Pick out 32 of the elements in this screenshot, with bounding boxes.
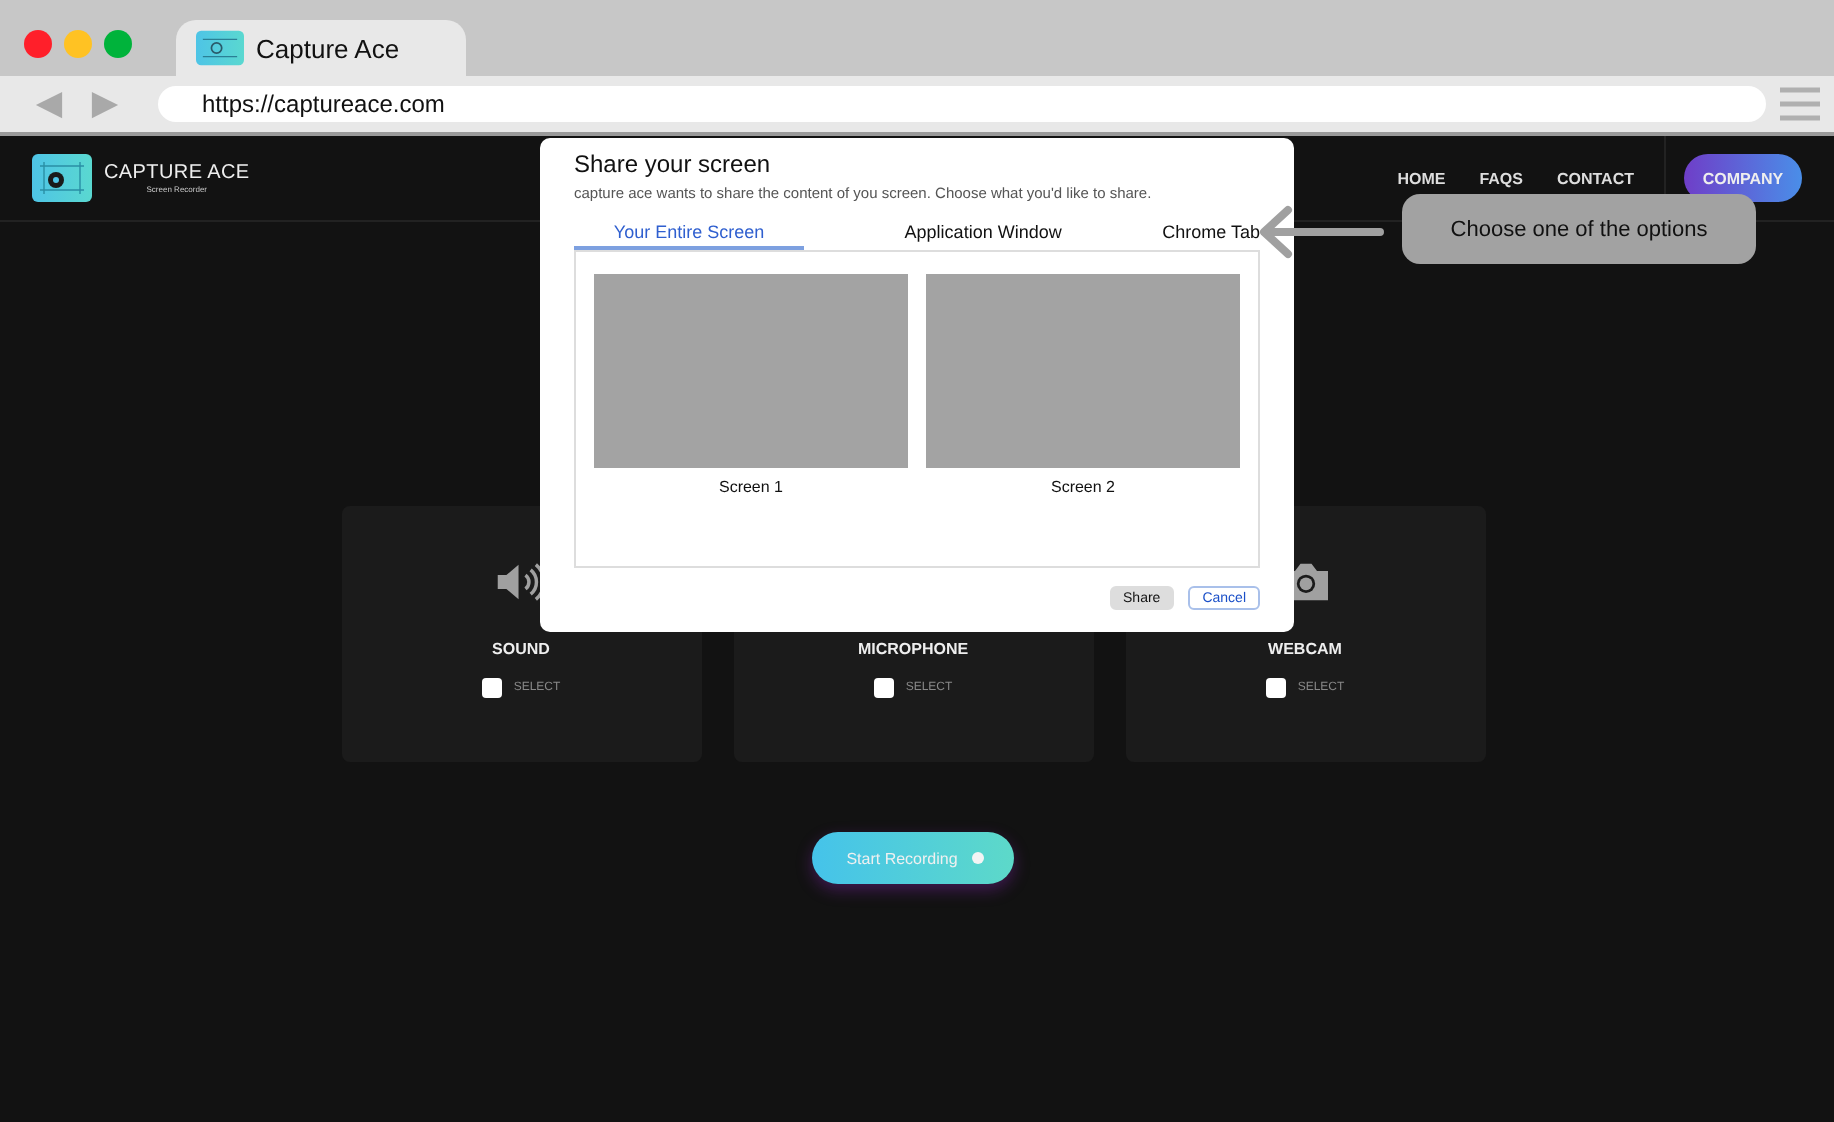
camera-icon <box>32 154 92 202</box>
source-label: SOUND <box>492 640 550 658</box>
screen-thumbnail[interactable] <box>594 274 908 468</box>
close-window-button[interactable] <box>24 30 52 58</box>
select-checkbox[interactable] <box>873 678 894 698</box>
arrow-icon <box>1256 202 1384 262</box>
callout-bubble: Choose one of the options <box>1402 194 1756 264</box>
nav-link[interactable]: HOME <box>1397 169 1446 187</box>
screen-label: Screen 2 <box>1050 478 1116 496</box>
logo-title: CAPTURE ACE <box>104 162 250 184</box>
back-icon[interactable] <box>34 89 64 119</box>
screen-thumbnail[interactable] <box>926 274 1240 468</box>
source-label: MICROPHONE <box>857 640 969 658</box>
minimize-window-button[interactable] <box>64 30 92 58</box>
forward-icon[interactable] <box>90 89 120 119</box>
address-field[interactable]: https://captureace.com <box>158 86 1766 122</box>
source-label: WEBCAM <box>1268 640 1342 658</box>
select-checkbox[interactable] <box>481 678 502 698</box>
dialog-title: Share your screen <box>574 150 773 178</box>
nav-link[interactable]: CONTACT <box>1556 169 1634 187</box>
browser-tab[interactable]: Capture Ace <box>176 20 466 76</box>
nav-link[interactable]: FAQS <box>1479 169 1523 187</box>
screen-label: Screen 1 <box>718 478 784 496</box>
camera-icon <box>196 30 244 66</box>
dialog-tab[interactable]: Application Window <box>904 220 1062 250</box>
dialog-tab[interactable]: Your Entire Screen <box>574 220 804 250</box>
maximize-window-button[interactable] <box>104 30 132 58</box>
menu-icon[interactable] <box>1780 86 1820 122</box>
company-button[interactable]: COMPANY <box>1684 154 1802 202</box>
dialog-tab[interactable]: Chrome Tab <box>1162 220 1260 250</box>
select-checkbox[interactable] <box>1265 678 1286 698</box>
tab-title: Capture Ace <box>256 33 400 63</box>
